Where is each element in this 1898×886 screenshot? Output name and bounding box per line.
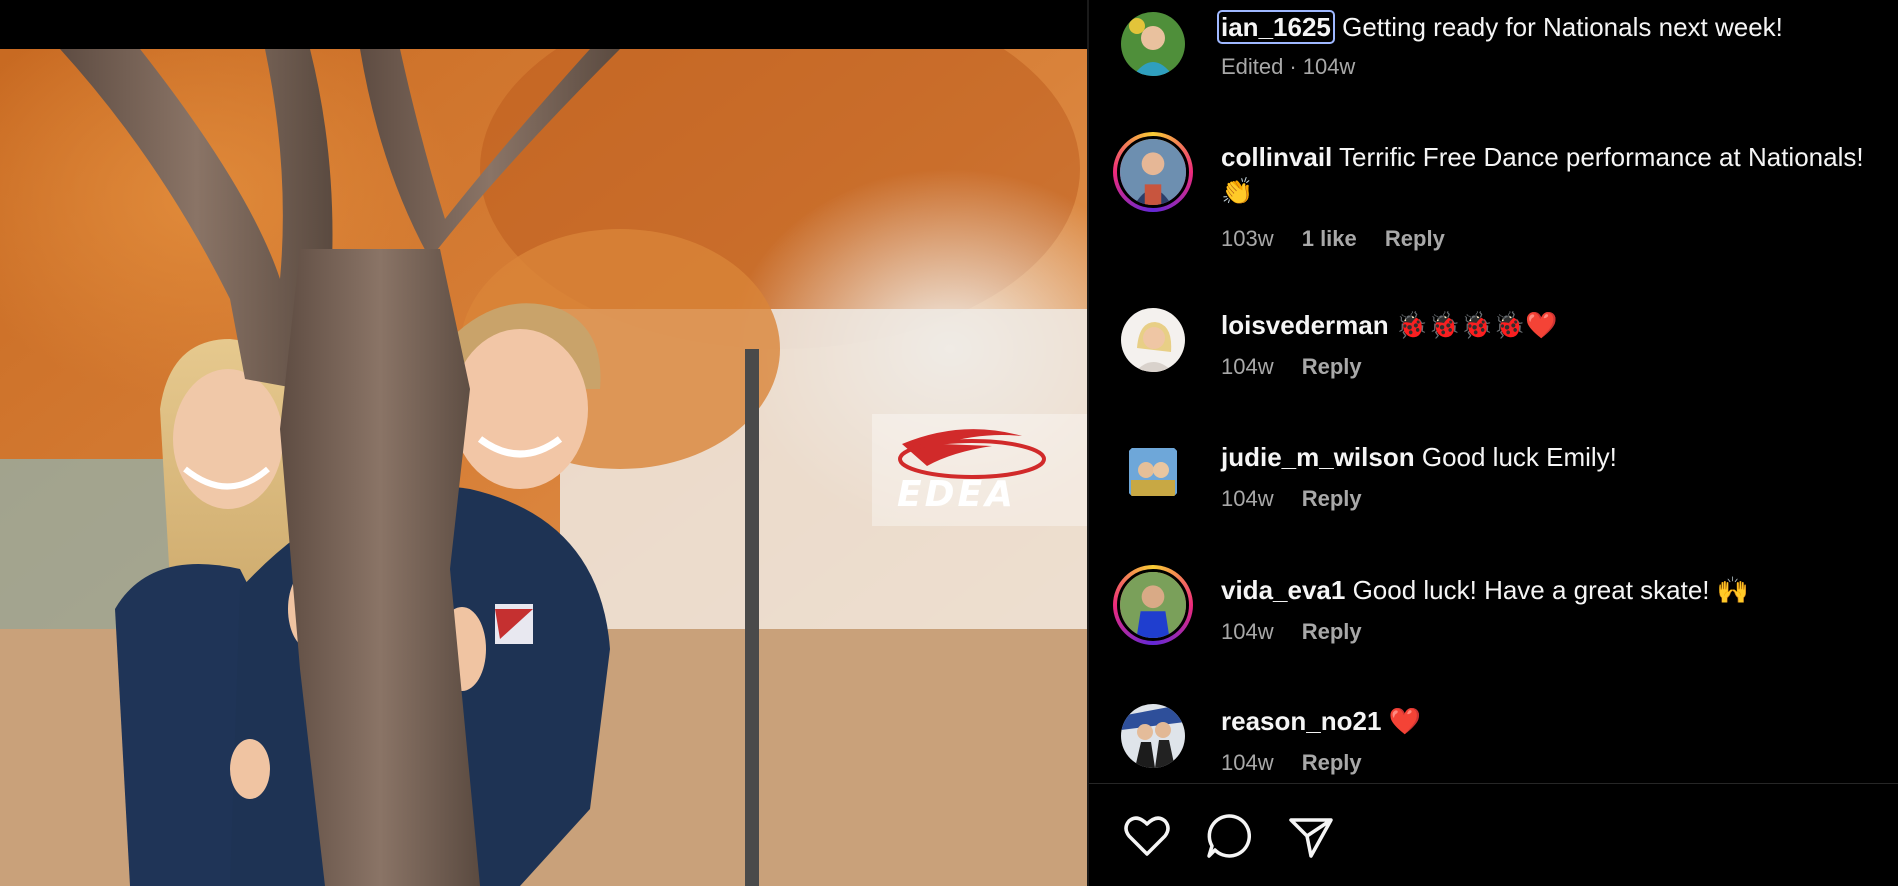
comment-username[interactable]: collinvail bbox=[1221, 142, 1332, 172]
comment-username[interactable]: judie_m_wilson bbox=[1221, 442, 1415, 472]
comment-text: Good luck! Have a great skate! 🙌 bbox=[1352, 575, 1750, 605]
comment-time: 104w bbox=[1221, 619, 1274, 644]
reply-button[interactable]: Reply bbox=[1302, 750, 1362, 775]
caption-username[interactable]: ian_1625 bbox=[1217, 10, 1335, 44]
avatar[interactable] bbox=[1113, 132, 1193, 212]
comment-time: 104w bbox=[1221, 486, 1274, 511]
edea-watermark: EDEA bbox=[897, 474, 1016, 515]
comment-emoji-line: 👏 bbox=[1221, 176, 1254, 206]
post-actions bbox=[1121, 810, 1337, 862]
caption-time: 104w bbox=[1302, 54, 1356, 79]
post-media: EDEA bbox=[0, 0, 1087, 886]
avatar[interactable] bbox=[1113, 565, 1193, 645]
likes-count[interactable]: 1 like bbox=[1302, 226, 1357, 251]
comment-username[interactable]: vida_eva1 bbox=[1221, 575, 1345, 605]
avatar[interactable] bbox=[1121, 12, 1185, 76]
comments-panel: ian_1625 Getting ready for Nationals nex… bbox=[1089, 0, 1898, 886]
reply-button[interactable]: Reply bbox=[1302, 619, 1362, 644]
avatar[interactable] bbox=[1121, 308, 1185, 372]
comment-icon[interactable] bbox=[1203, 810, 1255, 862]
comment-username[interactable]: loisvederman bbox=[1221, 310, 1389, 340]
comment-text: ❤️ bbox=[1388, 706, 1422, 736]
reply-button[interactable]: Reply bbox=[1302, 354, 1362, 379]
comment-text: Terrific Free Dance performance at Natio… bbox=[1339, 142, 1864, 172]
send-icon[interactable] bbox=[1285, 810, 1337, 862]
reply-button[interactable]: Reply bbox=[1302, 486, 1362, 511]
comment-text: 🐞🐞🐞🐞❤️ bbox=[1395, 310, 1558, 340]
avatar[interactable] bbox=[1121, 704, 1185, 768]
heart-icon[interactable] bbox=[1121, 810, 1173, 862]
reply-button[interactable]: Reply bbox=[1385, 226, 1445, 251]
comment-time: 103w bbox=[1221, 226, 1274, 251]
comment-username[interactable]: reason_no21 bbox=[1221, 706, 1381, 736]
avatar[interactable] bbox=[1121, 440, 1185, 504]
caption-text: Getting ready for Nationals next week! bbox=[1342, 12, 1783, 42]
edited-label: Edited bbox=[1221, 54, 1284, 79]
actions-divider bbox=[1089, 783, 1898, 784]
comment-time: 104w bbox=[1221, 354, 1274, 379]
comment-time: 104w bbox=[1221, 750, 1274, 775]
meta-separator: · bbox=[1289, 54, 1297, 79]
comment-text: Good luck Emily! bbox=[1421, 442, 1617, 472]
